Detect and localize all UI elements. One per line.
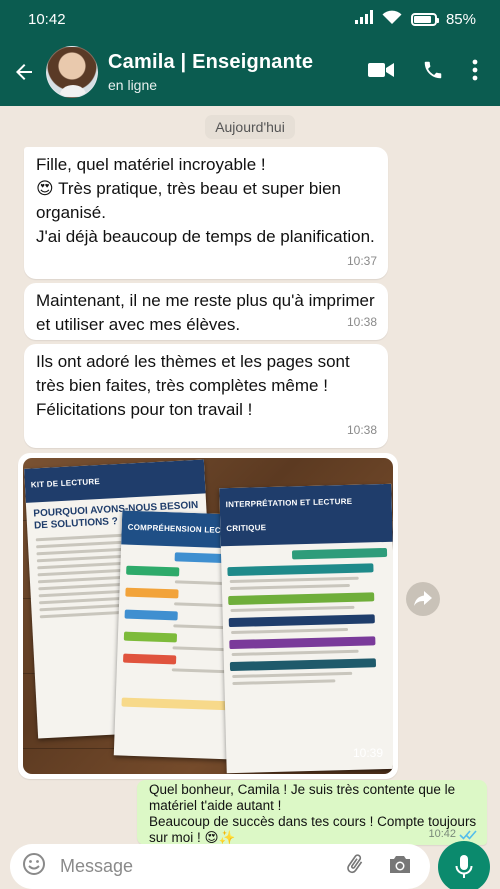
message-time: 10:42 bbox=[428, 828, 456, 840]
message-text: Ils ont adoré les thèmes et les pages so… bbox=[36, 352, 350, 419]
read-ticks-icon bbox=[459, 829, 477, 840]
message-input[interactable] bbox=[60, 856, 344, 877]
more-options-button[interactable] bbox=[472, 59, 478, 86]
emoji-icon bbox=[23, 853, 45, 875]
outgoing-message[interactable]: Quel bonheur, Camila ! Je suis très cont… bbox=[137, 780, 487, 845]
kebab-menu-icon bbox=[472, 59, 478, 80]
video-call-button[interactable] bbox=[368, 60, 394, 85]
status-icons: 85% bbox=[354, 10, 476, 29]
incoming-message[interactable]: Fille, quel matériel incroyable ! 😍 Très… bbox=[24, 147, 388, 279]
header-actions bbox=[368, 59, 478, 86]
camera-icon bbox=[390, 855, 410, 873]
message-time: 10:38 bbox=[346, 315, 377, 329]
voice-message-button[interactable] bbox=[438, 841, 490, 889]
contact-info[interactable]: Camila | Enseignante en ligne bbox=[108, 51, 368, 93]
avatar[interactable] bbox=[46, 46, 98, 98]
message-text: Maintenant, il ne me reste plus qu'à imp… bbox=[36, 291, 375, 334]
worksheet-header: INTERPRÉTATION ET LECTURE CRITIQUE bbox=[219, 483, 393, 547]
microphone-icon bbox=[455, 855, 473, 878]
contact-name: Camila | Enseignante bbox=[108, 51, 314, 73]
wifi-icon bbox=[382, 10, 402, 29]
signal-icon bbox=[354, 10, 373, 28]
incoming-message[interactable]: Ils ont adoré les thèmes et les pages so… bbox=[24, 344, 388, 448]
message-composer bbox=[10, 844, 430, 889]
incoming-message[interactable]: Maintenant, il ne me reste plus qu'à imp… bbox=[24, 283, 388, 340]
forward-button[interactable] bbox=[406, 582, 440, 616]
composer-tools bbox=[344, 852, 412, 881]
message-time: 10:37 bbox=[346, 254, 377, 268]
chat-header: Camila | Enseignante en ligne bbox=[0, 38, 500, 106]
battery-icon bbox=[410, 12, 439, 26]
share-arrow-icon bbox=[414, 591, 432, 606]
attach-button[interactable] bbox=[344, 852, 366, 881]
contact-status: en ligne bbox=[108, 77, 158, 93]
paperclip-icon bbox=[347, 854, 363, 874]
status-time: 10:42 bbox=[28, 10, 66, 28]
voice-call-button[interactable] bbox=[422, 59, 444, 86]
phone-icon bbox=[424, 61, 442, 78]
message-time: 10:38 bbox=[346, 423, 377, 437]
worksheet-photo[interactable]: KIT DE LECTURE POURQUOI AVONS-NOUS BESOI… bbox=[23, 458, 393, 774]
worksheet-interpretation: INTERPRÉTATION ET LECTURE CRITIQUE bbox=[219, 483, 393, 774]
back-button[interactable] bbox=[2, 38, 46, 106]
message-time: 10:39 bbox=[352, 746, 383, 760]
emoji-button[interactable] bbox=[22, 852, 46, 881]
message-text: Fille, quel matériel incroyable ! 😍 Très… bbox=[36, 155, 375, 246]
status-bar: 10:42 85% bbox=[0, 0, 500, 38]
message-meta: 10:42 bbox=[428, 826, 477, 842]
video-camera-icon bbox=[368, 62, 394, 77]
image-message[interactable]: KIT DE LECTURE POURQUOI AVONS-NOUS BESOI… bbox=[18, 453, 398, 779]
arrow-left-icon bbox=[16, 64, 32, 80]
date-separator: Aujourd'hui bbox=[205, 115, 295, 139]
battery-percent: 85% bbox=[445, 10, 476, 28]
camera-button[interactable] bbox=[388, 854, 412, 880]
